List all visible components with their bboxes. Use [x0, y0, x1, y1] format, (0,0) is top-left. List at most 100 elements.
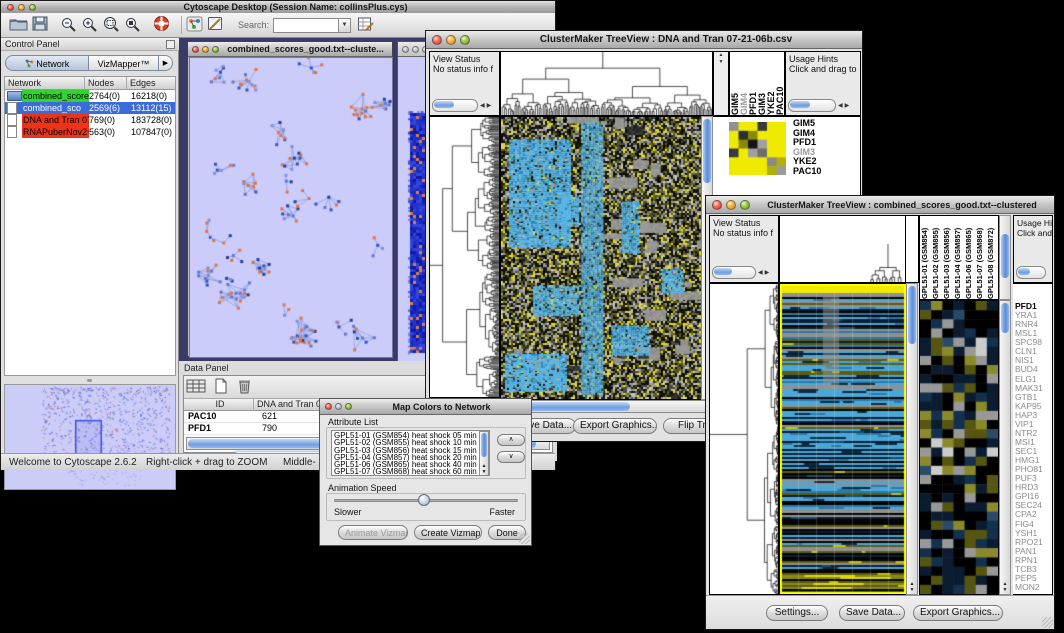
- save-data-button[interactable]: Save Data...: [839, 605, 905, 621]
- settings-button[interactable]: Settings...: [766, 605, 828, 621]
- float-panel-icon[interactable]: [166, 40, 175, 49]
- column-dendrogram-panel[interactable]: [779, 215, 906, 283]
- scroll-right-icon[interactable]: ▶: [487, 101, 492, 111]
- attribute-list-item[interactable]: GPL51-07 (GSM868) heat shock 60 min: [334, 468, 489, 475]
- zoom-heatmap-panel[interactable]: [919, 300, 999, 595]
- scroll-left-icon[interactable]: ◀: [758, 268, 763, 278]
- zoom-heatmap-vscrollbar[interactable]: ▲▼: [999, 300, 1011, 595]
- status-hscrollbar[interactable]: ◀ ▶: [432, 99, 491, 112]
- close-icon[interactable]: [325, 403, 332, 410]
- create-vizmap-button[interactable]: Create Vizmap: [414, 525, 482, 540]
- network-table-row[interactable]: RNAPuberNov2+|563(0)107847(0): [5, 126, 175, 138]
- move-up-button[interactable]: ∧: [497, 434, 525, 446]
- network-overview-canvas[interactable]: [5, 385, 175, 489]
- tab-network[interactable]: Network: [5, 55, 89, 71]
- move-down-button[interactable]: ∨: [497, 451, 525, 463]
- dialog-title-bar[interactable]: Map Colors to Network: [320, 399, 531, 415]
- column-dendrogram-canvas[interactable]: [501, 52, 712, 115]
- close-icon[interactable]: [402, 46, 409, 53]
- zoom-fit-icon[interactable]: [102, 16, 120, 37]
- annotation-icon[interactable]: [207, 16, 224, 37]
- col-id[interactable]: ID: [184, 399, 254, 410]
- close-icon[interactable]: [192, 46, 199, 53]
- column-dendrogram-panel[interactable]: [500, 51, 713, 116]
- minimize-icon[interactable]: [726, 200, 736, 210]
- doc-icon: [7, 114, 17, 126]
- scroll-left-icon[interactable]: ◀: [480, 101, 485, 111]
- global-heatmap-canvas[interactable]: [780, 284, 906, 594]
- column-scroll-strip[interactable]: ▲ ▼: [713, 51, 729, 116]
- table-icon[interactable]: [186, 378, 206, 399]
- column-dendrogram-canvas[interactable]: [780, 216, 905, 282]
- close-icon[interactable]: [712, 200, 722, 210]
- row-dendrogram-panel[interactable]: [709, 283, 779, 595]
- col-edges[interactable]: Edges: [127, 77, 175, 89]
- minimize-icon[interactable]: [446, 35, 456, 45]
- col-network[interactable]: Network: [5, 77, 85, 89]
- row-dendrogram-canvas[interactable]: [710, 284, 778, 594]
- network-overview[interactable]: [4, 384, 176, 490]
- zoom-window-icon[interactable]: [212, 46, 219, 53]
- resize-grip[interactable]: [519, 533, 530, 544]
- status-hscrollbar[interactable]: ◀ ▶: [712, 266, 769, 279]
- zoom-out-icon[interactable]: [60, 16, 77, 37]
- window-controls[interactable]: [1, 4, 36, 11]
- export-graphics-button[interactable]: Export Graphics...: [913, 605, 1003, 621]
- col-nodes[interactable]: Nodes: [85, 77, 127, 89]
- scroll-right-icon[interactable]: ▶: [845, 101, 850, 111]
- network-table-row[interactable]: combined_sco2569(6)13112(15): [5, 102, 175, 114]
- speed-slider-thumb[interactable]: [418, 494, 430, 506]
- network-table-row[interactable]: DNA and Tran 07769(0)183728(0): [5, 114, 175, 126]
- usage-hints-title: Usage Hi: [1014, 216, 1052, 228]
- trash-icon[interactable]: [237, 378, 252, 399]
- zoom-matrix-canvas[interactable]: [729, 122, 786, 175]
- heatmap-canvas[interactable]: [501, 117, 702, 399]
- close-icon[interactable]: [7, 4, 14, 11]
- open-folder-icon[interactable]: [9, 16, 28, 36]
- global-heatmap-vscrollbar[interactable]: ▲▼: [906, 283, 918, 595]
- row-dendrogram-panel[interactable]: [429, 116, 500, 398]
- export-graphics-button[interactable]: Export Graphics...: [573, 418, 657, 434]
- column-labels-vscrollbar[interactable]: [999, 215, 1011, 300]
- minimize-icon[interactable]: [412, 46, 419, 53]
- new-document-icon[interactable]: [214, 378, 228, 399]
- global-heatmap-panel[interactable]: [779, 283, 907, 595]
- resize-grip[interactable]: [1042, 617, 1053, 628]
- attribute-editor-icon[interactable]: [357, 16, 374, 37]
- zoom-window-icon[interactable]: [460, 35, 470, 45]
- network-window-1[interactable]: combined_scores_good.txt--cluste...: [187, 41, 393, 357]
- minimize-icon[interactable]: [202, 46, 209, 53]
- minimize-icon[interactable]: [335, 403, 342, 410]
- close-icon[interactable]: [432, 35, 442, 45]
- zoom-window-icon[interactable]: [740, 200, 750, 210]
- scroll-left-icon[interactable]: ◀: [838, 101, 843, 111]
- splitter-handle[interactable]: [87, 379, 92, 382]
- usage-hscrollbar[interactable]: ◀ ▶: [788, 99, 849, 112]
- network-table-row[interactable]: combined_scores_2764(0)16218(0): [5, 90, 175, 102]
- usage-hscrollbar[interactable]: [1016, 266, 1046, 279]
- tab-vizmapper[interactable]: VizMapper™: [89, 55, 159, 71]
- minimize-icon[interactable]: [18, 4, 25, 11]
- animate-vizmap-button[interactable]: Animate Vizmap: [338, 525, 408, 540]
- zoom-window-icon[interactable]: [29, 4, 36, 11]
- zoom-selected-icon[interactable]: [124, 16, 141, 37]
- zoom-window-icon[interactable]: [345, 403, 352, 410]
- treeview-dna-title-bar[interactable]: ClusterMaker TreeView : DNA and Tran 07-…: [426, 31, 862, 49]
- tab-overflow-button[interactable]: ▶: [159, 55, 173, 71]
- search-dropdown-icon[interactable]: ▼: [339, 18, 351, 33]
- treeview-combined-title-bar[interactable]: ClusterMaker TreeView : combined_scores_…: [706, 196, 1054, 214]
- row-label[interactable]: MON2: [1013, 583, 1052, 592]
- row-dendrogram-canvas[interactable]: [430, 117, 499, 397]
- zoom-heatmap-canvas[interactable]: [920, 301, 998, 594]
- network-create-icon[interactable]: [186, 16, 203, 37]
- help-lifering-icon[interactable]: [153, 15, 170, 37]
- heatmap-panel[interactable]: [500, 116, 703, 400]
- network-view-canvas-1[interactable]: [189, 57, 393, 358]
- search-input[interactable]: [273, 18, 339, 33]
- attribute-list-vscrollbar[interactable]: ▲▼: [479, 431, 489, 476]
- row-id: PAC10: [184, 411, 258, 422]
- zoom-in-icon[interactable]: [81, 16, 98, 37]
- scroll-right-icon[interactable]: ▶: [765, 268, 770, 278]
- attribute-list[interactable]: GPL51-01 (GSM854) heat shock 05 minGPL51…: [331, 430, 490, 476]
- save-icon[interactable]: [32, 16, 48, 36]
